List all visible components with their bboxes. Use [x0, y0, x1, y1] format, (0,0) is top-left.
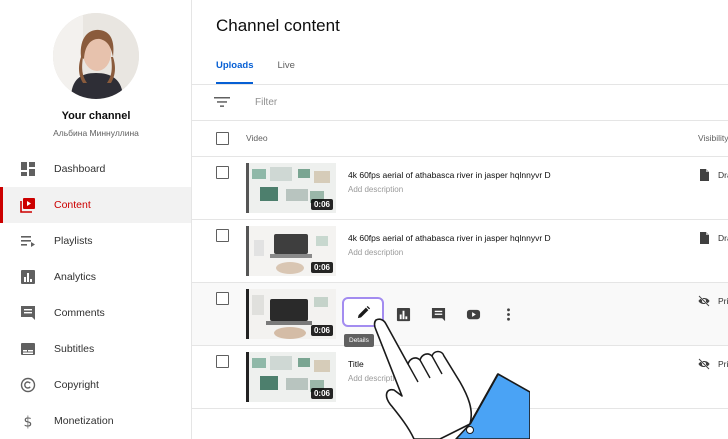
- visibility-status[interactable]: Draft: [718, 170, 728, 180]
- page-title: Channel content: [216, 16, 340, 35]
- row-checkbox[interactable]: [216, 229, 229, 242]
- private-icon: [698, 358, 710, 370]
- draft-icon: [700, 232, 709, 244]
- video-thumbnail[interactable]: 0:06: [246, 226, 336, 276]
- video-duration: 0:06: [310, 199, 333, 210]
- video-thumbnail[interactable]: 0:06: [246, 352, 336, 402]
- video-thumbnail[interactable]: 0:06: [246, 289, 336, 339]
- comments-icon: [431, 307, 445, 321]
- visibility-status[interactable]: Private: [718, 359, 728, 369]
- analytics-icon: [20, 269, 36, 285]
- sidebar-item-label: Copyright: [54, 379, 99, 391]
- column-header-visibility: Visibility: [698, 133, 728, 143]
- visibility-status[interactable]: Draft: [718, 233, 728, 243]
- video-title[interactable]: 4k 60fps aerial of athabasca river in ja…: [348, 233, 551, 243]
- analytics-icon: [396, 307, 410, 321]
- select-all-checkbox[interactable]: [216, 132, 229, 145]
- content-icon: [20, 197, 36, 213]
- video-duration: 0:06: [310, 262, 333, 273]
- subtitles-icon: [20, 341, 36, 357]
- sidebar-item-monetization[interactable]: $ Monetization: [0, 403, 191, 439]
- table-row[interactable]: 0:06 4k 60fps aerial of athabasca river …: [192, 220, 728, 283]
- analytics-button[interactable]: [392, 303, 414, 325]
- content-tabs: Uploads Live: [216, 60, 319, 84]
- copyright-icon: [20, 377, 36, 393]
- row-actions: [342, 297, 532, 327]
- video-description[interactable]: Add description: [348, 374, 403, 383]
- sidebar-item-label: Analytics: [54, 271, 97, 283]
- watch-on-youtube-button[interactable]: [462, 303, 484, 325]
- sidebar-item-analytics[interactable]: Analytics: [0, 259, 191, 295]
- more-options-button[interactable]: [497, 303, 519, 325]
- sidebar-item-label: Content: [54, 199, 91, 211]
- channel-name: Альбина Миннуллина: [53, 128, 139, 138]
- sidebar-item-comments[interactable]: Comments: [0, 295, 191, 331]
- filter-icon[interactable]: [214, 95, 230, 109]
- sidebar-item-playlists[interactable]: Playlists: [0, 223, 191, 259]
- sidebar-item-dashboard[interactable]: Dashboard: [0, 151, 191, 187]
- filter-input[interactable]: Filter: [255, 97, 277, 108]
- sidebar-nav: Dashboard Content Playlists Analytics Co…: [0, 151, 191, 439]
- video-duration: 0:06: [310, 325, 333, 336]
- video-thumbnail[interactable]: 0:06: [246, 163, 336, 213]
- comments-icon: [20, 305, 36, 321]
- visibility-status[interactable]: Private: [718, 296, 728, 306]
- dashboard-icon: [20, 161, 36, 177]
- draft-icon: [700, 169, 709, 181]
- channel-avatar[interactable]: [53, 13, 139, 99]
- divider: [192, 84, 728, 85]
- row-checkbox[interactable]: [216, 292, 229, 305]
- table-row[interactable]: 0:06 Details Private: [192, 283, 728, 347]
- monetization-icon: $: [20, 413, 36, 430]
- video-duration: 0:06: [310, 388, 333, 399]
- comments-button[interactable]: [427, 303, 449, 325]
- sidebar-item-label: Playlists: [54, 235, 93, 247]
- divider: [192, 120, 728, 121]
- pencil-icon: [357, 305, 370, 318]
- video-description[interactable]: Add description: [348, 248, 403, 257]
- table-row[interactable]: 0:06 4k 60fps aerial of athabasca river …: [192, 157, 728, 220]
- sidebar-item-copyright[interactable]: Copyright: [0, 367, 191, 403]
- sidebar-item-content[interactable]: Content: [0, 187, 191, 223]
- sidebar-item-label: Monetization: [54, 415, 114, 427]
- details-button[interactable]: [342, 297, 384, 327]
- sidebar-item-label: Comments: [54, 307, 105, 319]
- video-title[interactable]: Title: [348, 359, 364, 369]
- table-row[interactable]: 0:06 Title Add description Private: [192, 346, 728, 409]
- video-title[interactable]: 4k 60fps aerial of athabasca river in ja…: [348, 170, 551, 180]
- main-content: Channel content Uploads Live Filter Vide…: [192, 0, 728, 439]
- youtube-icon: [466, 309, 480, 319]
- playlists-icon: [20, 233, 36, 249]
- private-icon: [698, 295, 710, 307]
- sidebar: Your channel Альбина Миннуллина Dashboar…: [0, 0, 192, 439]
- svg-text:$: $: [24, 415, 33, 430]
- row-checkbox[interactable]: [216, 355, 229, 368]
- row-checkbox[interactable]: [216, 166, 229, 179]
- column-header-video: Video: [246, 133, 268, 143]
- tab-uploads[interactable]: Uploads: [216, 60, 254, 84]
- sidebar-item-label: Dashboard: [54, 163, 106, 175]
- sidebar-item-label: Subtitles: [54, 343, 95, 355]
- video-description[interactable]: Add description: [348, 185, 403, 194]
- channel-title: Your channel: [61, 110, 131, 122]
- sidebar-item-subtitles[interactable]: Subtitles: [0, 331, 191, 367]
- more-vert-icon: [506, 307, 510, 321]
- tab-live[interactable]: Live: [277, 60, 294, 84]
